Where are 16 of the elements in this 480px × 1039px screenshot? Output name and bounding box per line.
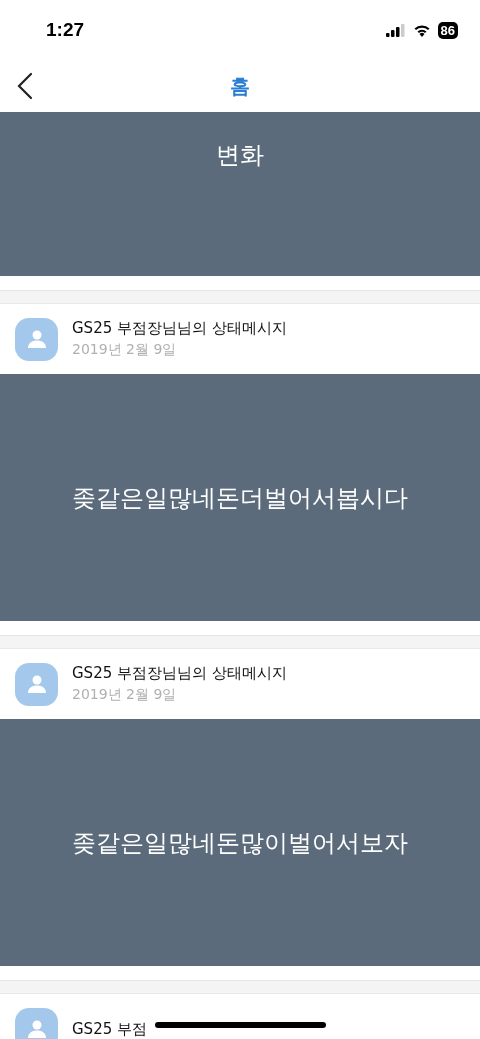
wifi-icon: [412, 23, 431, 37]
post-author: GS25 부점: [72, 1019, 147, 1039]
post-author: GS25 부점장님님의 상태메시지: [72, 664, 287, 683]
back-icon[interactable]: [16, 72, 34, 100]
status-message: 좆같은일많네돈더벌어서봅시다: [72, 482, 408, 514]
status-message: 좆같은일많네돈많이벌어서보자: [72, 827, 408, 859]
post-date: 2019년 2월 9일: [72, 686, 178, 704]
post-author: GS25 부점장님님의 상태메시지: [72, 319, 287, 338]
post-date: 2019년 2월 9일: [72, 341, 178, 359]
avatar-icon: [15, 317, 58, 361]
battery-level: 86: [437, 21, 458, 39]
avatar-icon: [15, 662, 58, 706]
status-time: 1:27: [46, 19, 85, 41]
signal-icon: [385, 23, 406, 37]
status-message: 변화: [216, 140, 264, 171]
nav-title: 홈: [230, 72, 250, 100]
